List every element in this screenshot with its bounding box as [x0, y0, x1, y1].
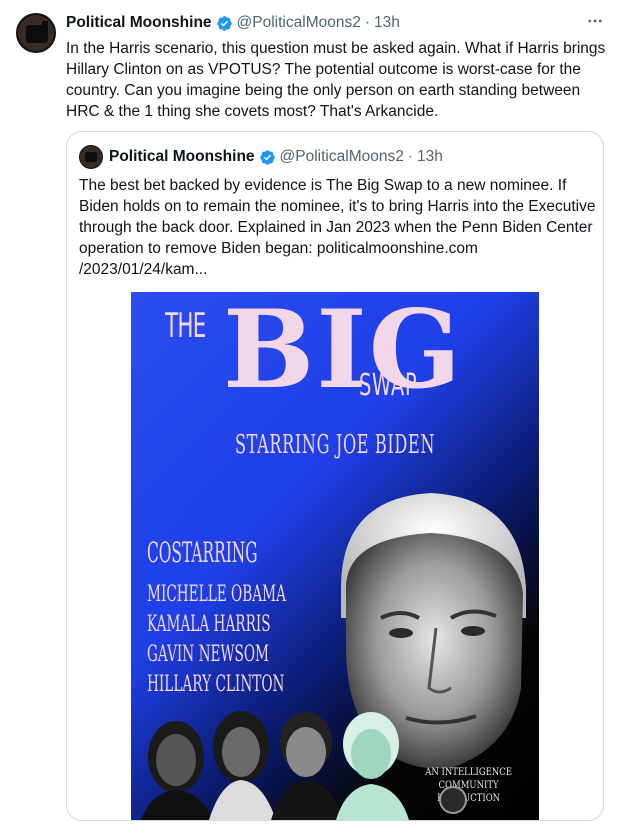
poster-cast-4: HILLARY CLINTON [147, 672, 285, 697]
author-avatar[interactable] [16, 13, 56, 53]
author-handle[interactable]: @PoliticalMoons2 [237, 14, 361, 32]
verified-badge-icon [259, 149, 275, 165]
poster-starring: STARRING JOE BIDEN [235, 430, 436, 460]
quoted-tweet-text: The best bet backed by evidence is The B… [79, 177, 596, 278]
tweet-text: In the Harris scenario, this question mu… [66, 40, 606, 120]
quoted-author-display-name: Political Moonshine [109, 148, 255, 165]
poster-cast-1: MICHELLE OBAMA [147, 582, 286, 607]
verified-badge-icon [216, 15, 232, 31]
tweet-header: Political Moonshine @PoliticalMoons2 · 1… [66, 12, 400, 34]
header-separator: · [364, 14, 371, 31]
poster-title-big: BIG [223, 292, 464, 413]
author-display-name[interactable]: Political Moonshine [66, 14, 212, 32]
poster-image[interactable]: THE BIG SWAP STARRING JOE BIDEN COSTARRI… [131, 292, 539, 820]
tweet[interactable]: Political Moonshine @PoliticalMoons2 · 1… [0, 0, 625, 840]
poster-costarring: COSTARRING [147, 536, 258, 569]
cast-portraits-illustration [141, 711, 409, 820]
quoted-tweet[interactable]: Political Moonshine @PoliticalMoons2 · 1… [66, 131, 604, 821]
poster-title-the: THE [165, 306, 206, 346]
tweet-timestamp[interactable]: 13h [374, 14, 400, 32]
poster-credit: AN INTELLIGENCE COMMUNITY PRODUCTION [421, 766, 516, 805]
poster-cast-3: GAVIN NEWSOM [147, 642, 269, 667]
agency-seal-icon [439, 786, 467, 814]
more-options-icon[interactable] [585, 12, 605, 32]
quoted-header-separator: · [407, 148, 414, 165]
quoted-tweet-timestamp: 13h [417, 148, 443, 165]
quoted-author-handle: @PoliticalMoons2 [279, 148, 404, 165]
poster-cast-2: KAMALA HARRIS [147, 612, 271, 637]
quoted-author-avatar [79, 145, 103, 169]
poster-title-swap: SWAP [359, 368, 418, 403]
poster-credit-line1: AN INTELLIGENCE COMMUNITY [425, 767, 512, 791]
quoted-tweet-header: Political Moonshine @PoliticalMoons2 · 1… [109, 146, 443, 168]
